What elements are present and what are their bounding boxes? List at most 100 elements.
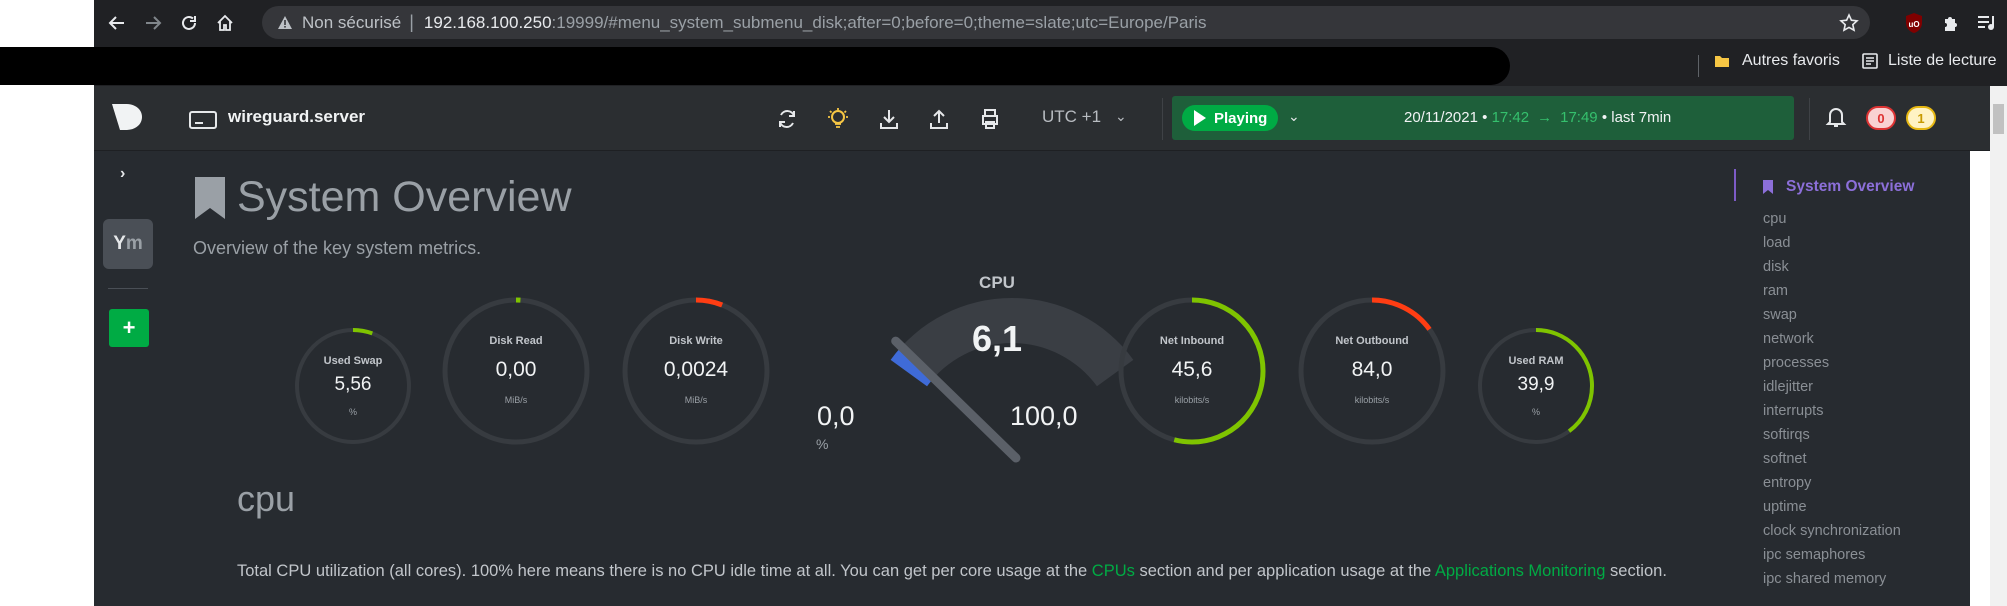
toc-item[interactable]: uptime [1763, 499, 1807, 515]
spaces-sidebar: › Ym + [94, 151, 167, 606]
redaction-bar [0, 47, 1510, 85]
gauge-value: 5,56 [334, 374, 372, 395]
page-title: System Overview [237, 173, 572, 221]
time-range-text[interactable]: 20/11/2021 • 17:42 → 17:49 • last 7min [1404, 109, 1671, 126]
ublock-icon[interactable]: uO [1900, 9, 1928, 37]
time-range-bar[interactable]: Playing ⌄ 20/11/2021 • 17:42 → 17:49 • las… [1172, 96, 1794, 140]
reading-list-icon [1862, 53, 1878, 69]
toc-active-label: System Overview [1786, 178, 1915, 195]
toc-item[interactable]: network [1763, 331, 1814, 347]
url-host: 192.168.100.250 [423, 12, 552, 32]
gauge-unit: % [1531, 407, 1540, 417]
gauge-used-ram[interactable]: Used RAM 39,9 % [1476, 326, 1596, 446]
dashboard-page: System Overview Overview of the key syst… [167, 151, 1970, 606]
play-button[interactable]: Playing [1182, 105, 1278, 131]
print-icon[interactable] [977, 106, 1003, 132]
space-avatar[interactable]: Ym [103, 219, 153, 269]
toc-item[interactable]: softirqs [1763, 427, 1810, 443]
toc-item[interactable]: processes [1763, 355, 1829, 371]
gauge-unit: MiB/s [684, 395, 708, 405]
cpus-link[interactable]: CPUs [1092, 562, 1135, 580]
applications-monitoring-link[interactable]: Applications Monitoring [1435, 562, 1606, 580]
redaction-bar-edge [0, 47, 50, 85]
toc-item[interactable]: ipc semaphores [1763, 547, 1865, 563]
header-divider [1809, 98, 1810, 140]
toc-item[interactable]: cpu [1763, 211, 1786, 227]
gauge-value: 0,0024 [663, 358, 729, 381]
gauge-unit: kilobits/s [1174, 395, 1210, 405]
home-icon[interactable] [212, 10, 238, 36]
bookmark-folder-label: Autres favoris [1742, 52, 1840, 69]
critical-alarms-badge[interactable]: 0 [1866, 106, 1896, 130]
netdata-header: wireguard.server UTC +1 ⌄ Playing ⌄ 20/1… [94, 86, 1990, 151]
gauge-title: Net Outbound [1335, 335, 1409, 347]
gauge-value: 45,6 [1171, 358, 1213, 381]
arrow-right-icon: → [1537, 109, 1553, 126]
space-initial-secondary: m [125, 233, 143, 254]
folder-icon [1715, 56, 1729, 67]
toc-item-system-overview[interactable]: System Overview [1762, 178, 1914, 196]
cpu-gauge-title: CPU [979, 273, 1015, 292]
add-space-button[interactable]: + [109, 309, 149, 347]
section-desc-text: Total CPU utilization (all cores). 100% … [237, 562, 1092, 580]
section-description: Total CPU utilization (all cores). 100% … [237, 559, 1697, 583]
back-icon[interactable] [104, 10, 130, 36]
server-icon [189, 111, 217, 129]
gauge-disk-write[interactable]: Disk Write 0,0024 MiB/s [621, 296, 771, 446]
gauge-disk-read[interactable]: Disk Read 0,00 MiB/s [441, 296, 591, 446]
gauge-net-inbound[interactable]: Net Inbound 45,6 kilobits/s [1117, 296, 1267, 446]
sidebar-divider [108, 288, 148, 289]
page-scrollbar[interactable] [1990, 86, 2007, 606]
toc-item[interactable]: ipc shared memory [1763, 571, 1886, 587]
bookmark-folder-other[interactable]: Autres favoris [1714, 52, 1840, 70]
gauge-used-swap[interactable]: Used Swap 5,56 % [293, 326, 413, 446]
sync-icon[interactable] [774, 106, 800, 132]
reading-list-button[interactable]: Liste de lecture [1862, 52, 1997, 70]
section-desc-text: section and per application usage at the [1134, 562, 1435, 580]
toc-item[interactable]: ram [1763, 283, 1788, 299]
url-path: :19999/#menu_system_submenu_disk;after=0… [551, 12, 1207, 32]
page-subtitle: Overview of the key system metrics. [193, 238, 482, 258]
media-control-icon[interactable] [1973, 9, 2001, 37]
toc-item[interactable]: entropy [1763, 475, 1811, 491]
gauge-title: Used RAM [1508, 355, 1564, 367]
time-window: last 7min [1611, 109, 1672, 126]
chevron-down-icon[interactable]: ⌄ [1115, 108, 1127, 125]
gauge-value: 0,00 [495, 358, 537, 381]
toc-item[interactable]: interrupts [1763, 403, 1823, 419]
expand-sidebar-icon[interactable]: › [120, 165, 125, 183]
gauge-title: Used Swap [323, 355, 383, 367]
warning-alarms-badge[interactable]: 1 [1906, 106, 1936, 130]
toc-item[interactable]: swap [1763, 307, 1797, 323]
extensions-puzzle-icon[interactable] [1937, 9, 1965, 37]
timezone-selector[interactable]: UTC +1 [1042, 107, 1101, 127]
browser-toolbar: Non sécurisé | 192.168.100.250:19999/#me… [94, 0, 2007, 45]
netdata-logo-icon[interactable] [106, 100, 148, 134]
toc-item[interactable]: idlejitter [1763, 379, 1813, 395]
play-chevron-icon[interactable]: ⌄ [1288, 108, 1300, 125]
toc-item[interactable]: disk [1763, 259, 1789, 275]
address-separator: | [409, 12, 414, 32]
toc-item[interactable]: load [1763, 235, 1790, 251]
bookmark-star-icon[interactable] [1838, 12, 1860, 34]
bell-icon[interactable] [1825, 105, 1847, 129]
gauge-net-outbound[interactable]: Net Outbound 84,0 kilobits/s [1297, 296, 1447, 446]
toc-item[interactable]: clock synchronization [1763, 523, 1901, 539]
time-to: 17:49 [1560, 109, 1598, 126]
date-text: 20/11/2021 [1404, 109, 1478, 126]
section-desc-text: section. [1605, 562, 1667, 580]
forward-icon[interactable] [140, 10, 166, 36]
play-label: Playing [1214, 109, 1268, 127]
security-label: Non sécurisé [302, 12, 402, 32]
theme-bulb-icon[interactable] [825, 106, 851, 132]
cpu-gauge-max: 100,0 [1010, 401, 1078, 431]
toc-item[interactable]: softnet [1763, 451, 1807, 467]
warning-icon[interactable] [276, 14, 294, 32]
scrollbar-thumb[interactable] [1993, 104, 2004, 134]
address-bar[interactable]: Non sécurisé | 192.168.100.250:19999/#me… [262, 6, 1870, 39]
hostname[interactable]: wireguard.server [228, 107, 365, 127]
title-row: System Overview [193, 173, 572, 222]
reload-icon[interactable] [176, 10, 202, 36]
download-icon[interactable] [876, 106, 902, 132]
upload-icon[interactable] [926, 106, 952, 132]
